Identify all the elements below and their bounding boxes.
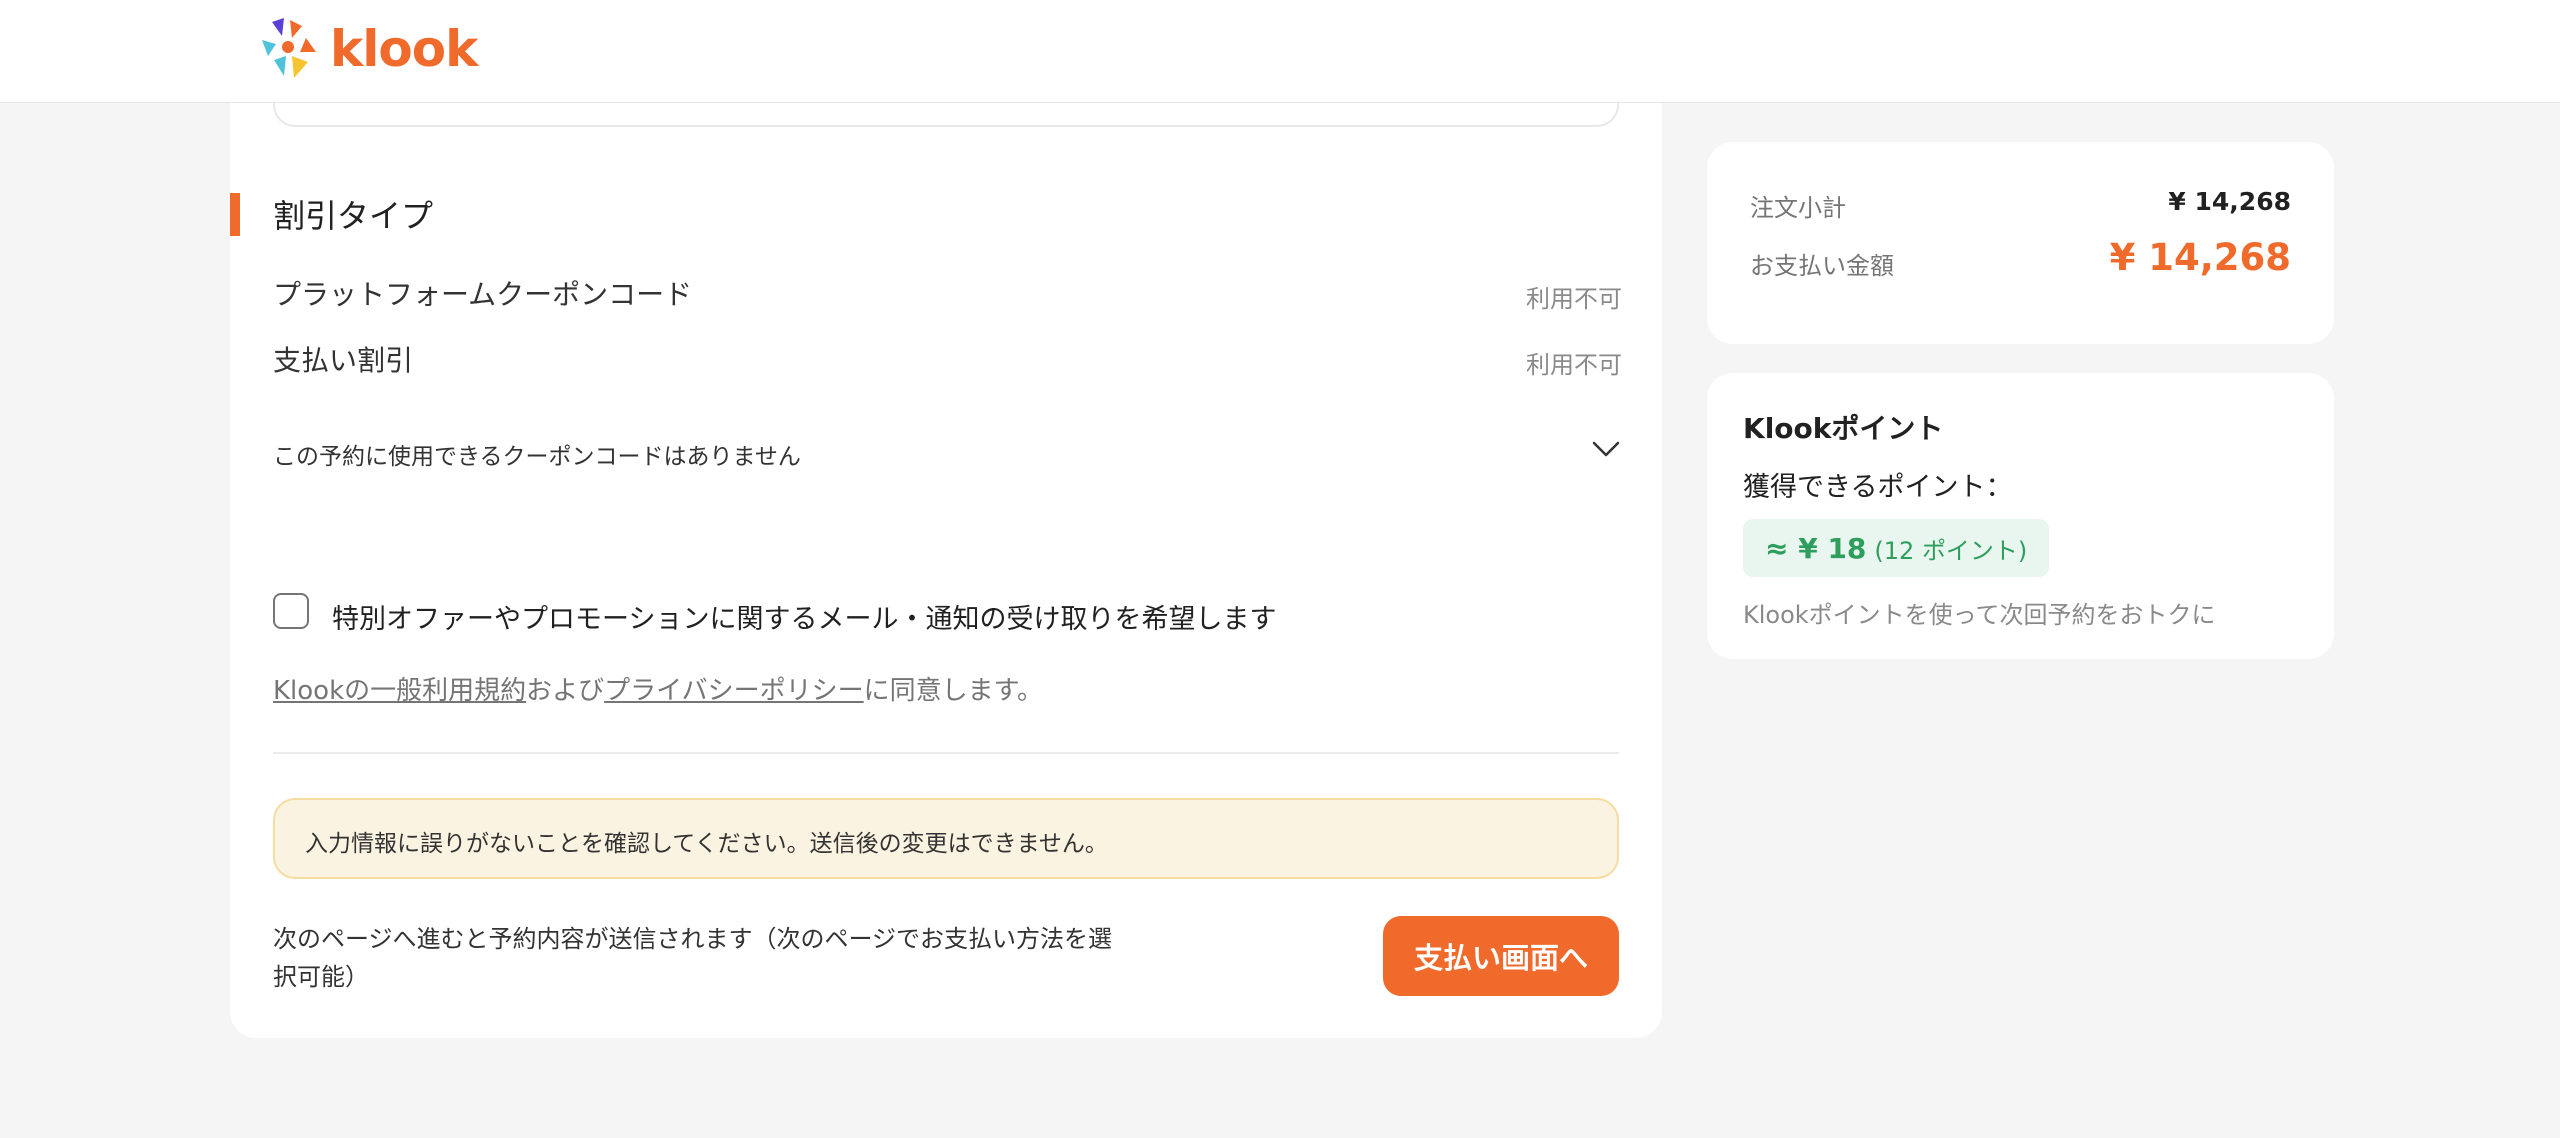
terms-agreement: Klookの一般利用規約およびプライバシーポリシーに同意します。	[273, 670, 1043, 707]
discount-section-title: 割引タイプ	[273, 197, 434, 235]
section-divider	[273, 752, 1619, 754]
total-value: ¥ 14,268	[2109, 236, 2291, 279]
promo-optin-label[interactable]: 特別オファーやプロモーションに関するメール・通知の受け取りを希望します	[332, 597, 1276, 636]
points-amount: ≈ ¥ 18	[1765, 531, 1867, 565]
klook-logo[interactable]: klook	[256, 16, 478, 82]
platform-coupon-status: 利用不可	[1526, 285, 1622, 313]
klook-points-card: Klookポイント 獲得できるポイント： ≈ ¥ 18 (12 ポイント) Kl…	[1707, 373, 2334, 659]
points-hint: Klookポイントを使って次回予約をおトクに	[1743, 601, 2216, 629]
terms-and-text: および	[526, 676, 605, 706]
points-title: Klookポイント	[1743, 412, 1944, 445]
confirmation-notice: 入力情報に誤りがないことを確認してください。送信後の変更はできません。	[273, 798, 1619, 879]
klook-logo-icon	[262, 18, 316, 78]
terms-of-use-link[interactable]: Klookの一般利用規約	[273, 676, 526, 706]
terms-suffix-text: に同意します。	[863, 676, 1044, 706]
privacy-policy-link[interactable]: プライバシーポリシー	[604, 676, 863, 706]
payment-discount-label: 支払い割引	[273, 344, 414, 377]
points-subtitle: 獲得できるポイント：	[1743, 472, 2013, 503]
confirmation-notice-text: 入力情報に誤りがないことを確認してください。送信後の変更はできません。	[305, 831, 1108, 857]
payment-discount-status: 利用不可	[1526, 351, 1622, 379]
booking-form-card: 割引タイプ プラットフォームクーポンコード 利用不可 支払い割引 利用不可 この…	[230, 60, 1662, 1038]
points-count: (12 ポイント)	[1874, 536, 2028, 565]
proceed-to-payment-button[interactable]: 支払い画面へ	[1383, 916, 1619, 996]
section-accent-bar	[230, 193, 240, 236]
next-page-info: 次のページへ進むと予約内容が送信されます（次のページでお支払い方法を選択可能）	[273, 925, 1113, 991]
total-label: お支払い金額	[1750, 252, 1894, 280]
klook-logo-text: klook	[330, 20, 478, 78]
points-badge: ≈ ¥ 18 (12 ポイント)	[1743, 519, 2050, 577]
promo-optin-checkbox[interactable]	[273, 593, 309, 629]
subtotal-label: 注文小計	[1750, 194, 1846, 222]
previous-section-box	[273, 100, 1619, 127]
subtotal-value: ¥ 14,268	[2168, 187, 2291, 216]
order-summary-card: 注文小計 ¥ 14,268 お支払い金額 ¥ 14,268	[1707, 142, 2334, 344]
top-header: klook	[0, 0, 2560, 103]
platform-coupon-label: プラットフォームクーポンコード	[273, 278, 693, 311]
chevron-down-icon[interactable]	[1590, 433, 1622, 465]
coupon-unavailable-note[interactable]: この予約に使用できるクーポンコードはありません	[273, 437, 801, 471]
